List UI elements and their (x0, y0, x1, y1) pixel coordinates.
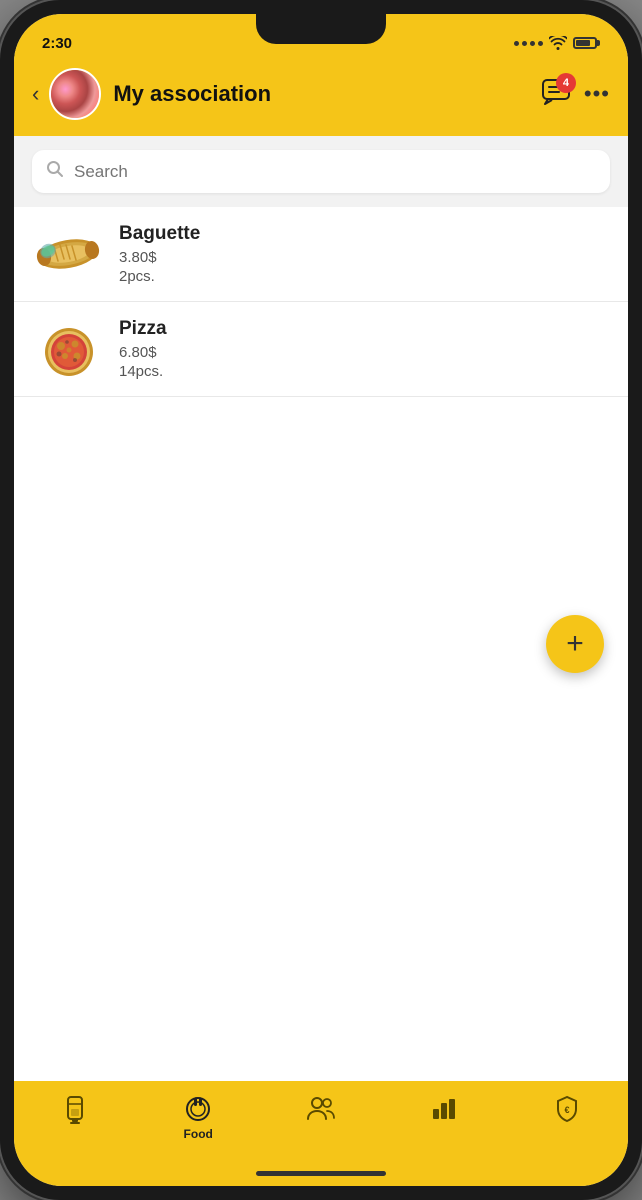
battery-icon (573, 37, 600, 49)
status-icons (514, 36, 600, 50)
page-title: My association (113, 81, 542, 107)
baguette-svg (36, 235, 101, 273)
svg-text:€: € (564, 1105, 569, 1115)
nav-item-drink[interactable] (14, 1091, 137, 1129)
baguette-price: 3.80$ (119, 249, 606, 266)
notification-badge: 4 (556, 73, 576, 93)
search-box[interactable] (32, 150, 610, 193)
baguette-qty: 2pcs. (119, 268, 606, 285)
status-time: 2:30 (42, 35, 72, 52)
signal-icon (514, 41, 543, 46)
notch (256, 14, 386, 44)
home-indicator (14, 1171, 628, 1186)
list-item[interactable]: Baguette 3.80$ 2pcs. (14, 207, 628, 302)
shield-icon: € (555, 1095, 579, 1123)
pizza-name: Pizza (119, 318, 606, 340)
content-area: Baguette 3.80$ 2pcs. (14, 136, 628, 1081)
baguette-info: Baguette 3.80$ 2pcs. (119, 223, 606, 285)
app-header: ‹ My association 4 ••• (14, 58, 628, 136)
more-button[interactable]: ••• (584, 81, 610, 107)
pizza-svg (39, 322, 99, 377)
search-input[interactable] (74, 162, 596, 182)
add-button[interactable]: + (546, 615, 604, 673)
chat-button[interactable]: 4 (542, 79, 570, 110)
wifi-icon (549, 36, 567, 50)
list-item[interactable]: Pizza 6.80$ 14pcs. (14, 302, 628, 397)
avatar-image (51, 70, 99, 118)
chart-icon (431, 1095, 457, 1121)
pizza-image (36, 322, 101, 377)
header-actions: 4 ••• (542, 79, 610, 110)
pizza-info: Pizza 6.80$ 14pcs. (119, 318, 606, 380)
nav-item-chart[interactable] (382, 1091, 505, 1125)
phone-shell: 2:30 (0, 0, 642, 1200)
baguette-name: Baguette (119, 223, 606, 245)
bottom-nav: Food (14, 1081, 628, 1171)
people-icon (306, 1095, 336, 1121)
avatar (49, 68, 101, 120)
home-bar (256, 1171, 386, 1176)
food-icon (184, 1095, 212, 1123)
nav-item-shield[interactable]: € (505, 1091, 628, 1127)
pizza-qty: 14pcs. (119, 363, 606, 380)
add-icon: + (566, 627, 584, 661)
back-button[interactable]: ‹ (32, 81, 39, 107)
drink-icon (62, 1095, 88, 1125)
nav-item-people[interactable] (260, 1091, 383, 1125)
pizza-price: 6.80$ (119, 344, 606, 361)
baguette-image (36, 227, 101, 282)
search-container (14, 136, 628, 207)
search-icon (46, 160, 64, 183)
nav-label-food: Food (184, 1127, 213, 1141)
phone-screen: 2:30 (14, 14, 628, 1186)
food-list: Baguette 3.80$ 2pcs. (14, 207, 628, 1081)
content-spacer: + (14, 397, 628, 697)
nav-item-food[interactable]: Food (137, 1091, 260, 1141)
